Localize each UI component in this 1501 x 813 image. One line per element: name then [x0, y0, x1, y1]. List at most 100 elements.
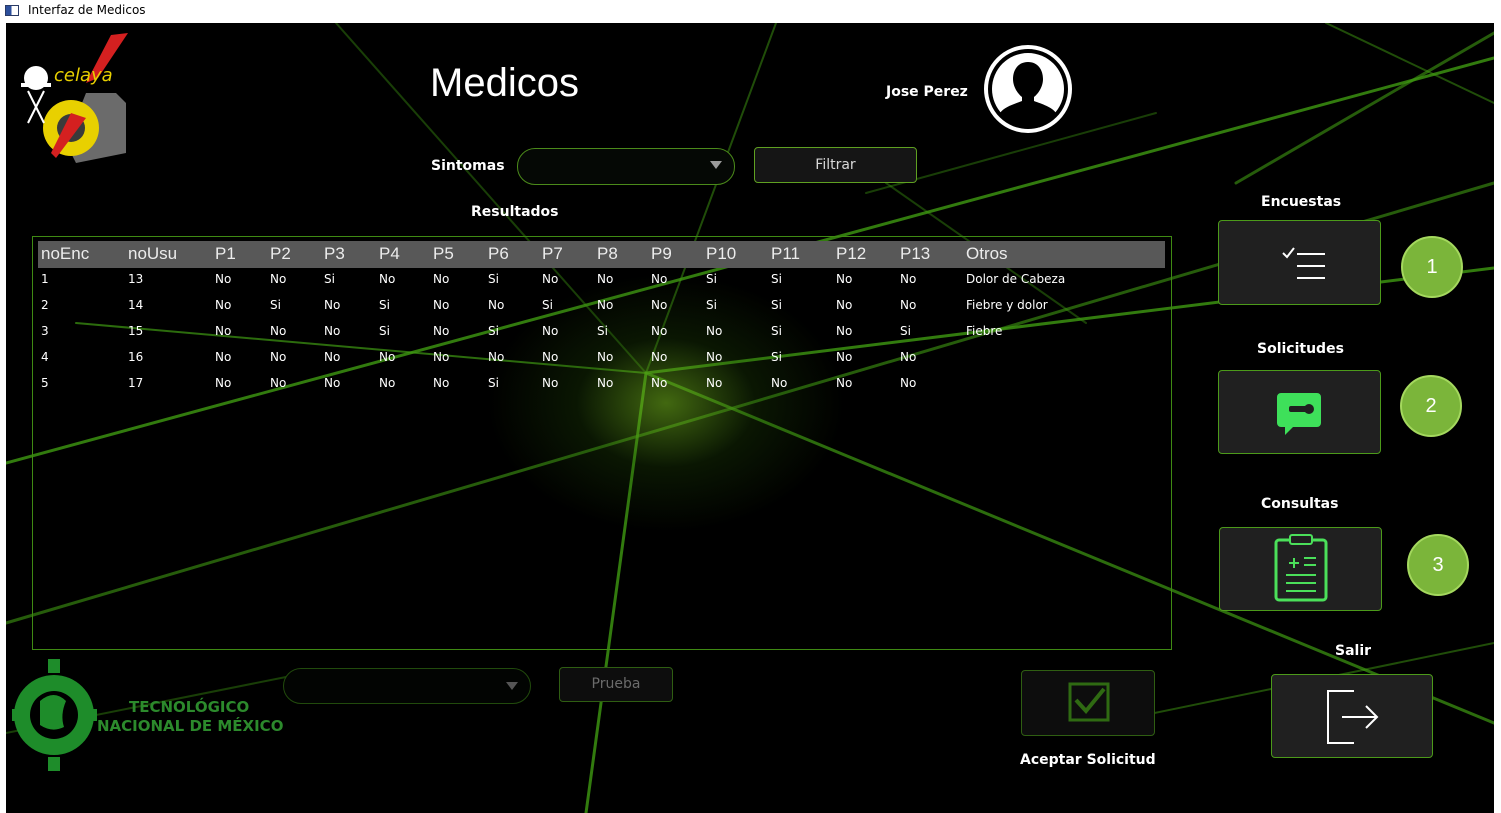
- table-row[interactable]: 1 13 No No Si No No Si No No No Si Si No…: [38, 268, 1165, 294]
- solicitudes-button[interactable]: [1218, 370, 1381, 454]
- table-cell: 1: [41, 272, 49, 286]
- table-row[interactable]: 2 14 No Si No Si No No Si No No Si Si No…: [38, 294, 1165, 320]
- table-cell: No: [433, 376, 450, 390]
- table-cell: No: [433, 298, 450, 312]
- table-cell: No: [433, 272, 450, 286]
- table-cell: Fiebre y dolor: [966, 298, 1048, 312]
- solicitudes-badge: 2: [1400, 375, 1462, 437]
- clipboard-icon: [1274, 534, 1328, 602]
- check-box-icon: [1068, 682, 1110, 722]
- table-row[interactable]: 4 16 No No No No No No No No No No Si No…: [38, 346, 1165, 372]
- checklist-icon: [1282, 247, 1325, 279]
- table-cell: Si: [706, 298, 717, 312]
- table-row[interactable]: 3 15 No No No Si No Si No Si No No Si No…: [38, 320, 1165, 346]
- column-header[interactable]: P11: [771, 244, 800, 264]
- column-header[interactable]: P9: [651, 244, 672, 264]
- table-cell: No: [836, 350, 853, 364]
- table-cell: 13: [128, 272, 144, 286]
- table-cell: No: [597, 350, 614, 364]
- column-header[interactable]: P10: [706, 244, 736, 264]
- table-cell: No: [836, 298, 853, 312]
- column-header[interactable]: Otros: [966, 244, 1008, 264]
- table-cell: No: [215, 350, 232, 364]
- table-cell: No: [215, 272, 232, 286]
- celaya-logo-text: celaya: [54, 65, 113, 86]
- table-cell: No: [900, 376, 917, 390]
- table-cell: No: [270, 272, 287, 286]
- table-cell: No: [379, 272, 396, 286]
- table-cell: No: [324, 350, 341, 364]
- table-cell: Si: [324, 272, 335, 286]
- table-cell: 5: [41, 376, 49, 390]
- results-grid-header: noEnc noUsu P1 P2 P3 P4 P5 P6 P7 P8 P9 P…: [38, 241, 1165, 268]
- resultados-label: Resultados: [471, 204, 559, 220]
- bottom-combobox[interactable]: [283, 668, 531, 704]
- tecnm-logo-line2: NACIONAL DE MÉXICO: [97, 717, 284, 735]
- aceptar-solicitud-button[interactable]: [1021, 670, 1155, 736]
- prueba-button[interactable]: Prueba: [559, 667, 673, 702]
- celaya-logo: celaya: [21, 33, 128, 163]
- table-cell: No: [324, 324, 341, 338]
- column-header[interactable]: P5: [433, 244, 454, 264]
- table-cell: 15: [128, 324, 144, 338]
- table-cell: No: [488, 350, 505, 364]
- table-cell: No: [651, 298, 668, 312]
- table-cell: Si: [379, 298, 390, 312]
- table-cell: 17: [128, 376, 144, 390]
- column-header[interactable]: P3: [324, 244, 345, 264]
- column-header[interactable]: noUsu: [128, 244, 177, 264]
- column-header[interactable]: P4: [379, 244, 400, 264]
- column-header[interactable]: P12: [836, 244, 866, 264]
- consultas-badge: 3: [1407, 534, 1469, 596]
- column-header[interactable]: P8: [597, 244, 618, 264]
- table-cell: No: [651, 324, 668, 338]
- table-cell: Si: [379, 324, 390, 338]
- table-cell: 4: [41, 350, 49, 364]
- consultas-button[interactable]: [1219, 527, 1382, 611]
- tecnm-eagle-logo: [12, 659, 97, 771]
- table-cell: No: [379, 376, 396, 390]
- consultas-label: Consultas: [1261, 496, 1339, 512]
- chevron-down-icon[interactable]: [710, 161, 722, 169]
- window-titlebar: Interfaz de Medicos: [0, 0, 1501, 22]
- table-cell: No: [270, 350, 287, 364]
- sintomas-combobox[interactable]: [517, 148, 735, 185]
- table-cell: No: [324, 376, 341, 390]
- column-header[interactable]: P13: [900, 244, 930, 264]
- table-cell: No: [651, 376, 668, 390]
- table-cell: No: [836, 324, 853, 338]
- table-row[interactable]: 5 17 No No No No No Si No No No No No No…: [38, 372, 1165, 398]
- user-avatar-icon: [984, 45, 1072, 133]
- column-header[interactable]: P7: [542, 244, 563, 264]
- table-cell: No: [379, 350, 396, 364]
- table-cell: No: [706, 324, 723, 338]
- table-cell: Si: [270, 298, 281, 312]
- table-cell: No: [215, 324, 232, 338]
- table-cell: No: [270, 324, 287, 338]
- table-cell: No: [433, 350, 450, 364]
- column-header[interactable]: P2: [270, 244, 291, 264]
- table-cell: No: [706, 376, 723, 390]
- table-cell: No: [270, 376, 287, 390]
- column-header[interactable]: P6: [488, 244, 509, 264]
- table-cell: Si: [771, 298, 782, 312]
- encuestas-label: Encuestas: [1261, 194, 1342, 210]
- app-window: celaya Medicos Jose Perez Sintomas Filtr…: [6, 23, 1494, 813]
- column-header[interactable]: noEnc: [41, 244, 89, 264]
- table-cell: No: [597, 376, 614, 390]
- encuestas-button[interactable]: [1218, 220, 1381, 305]
- table-cell: Si: [488, 324, 499, 338]
- salir-button[interactable]: [1271, 674, 1433, 758]
- table-cell: Si: [771, 272, 782, 286]
- table-cell: 14: [128, 298, 144, 312]
- filtrar-button[interactable]: Filtrar: [754, 147, 917, 183]
- table-cell: Si: [771, 350, 782, 364]
- column-header[interactable]: P1: [215, 244, 236, 264]
- chevron-down-icon[interactable]: [506, 682, 518, 690]
- table-cell: No: [542, 272, 559, 286]
- table-cell: Dolor de Cabeza: [966, 272, 1066, 286]
- support-chat-icon: [1277, 393, 1321, 435]
- table-cell: No: [215, 298, 232, 312]
- salir-label: Salir: [1335, 643, 1372, 659]
- table-cell: Fiebre: [966, 324, 1003, 338]
